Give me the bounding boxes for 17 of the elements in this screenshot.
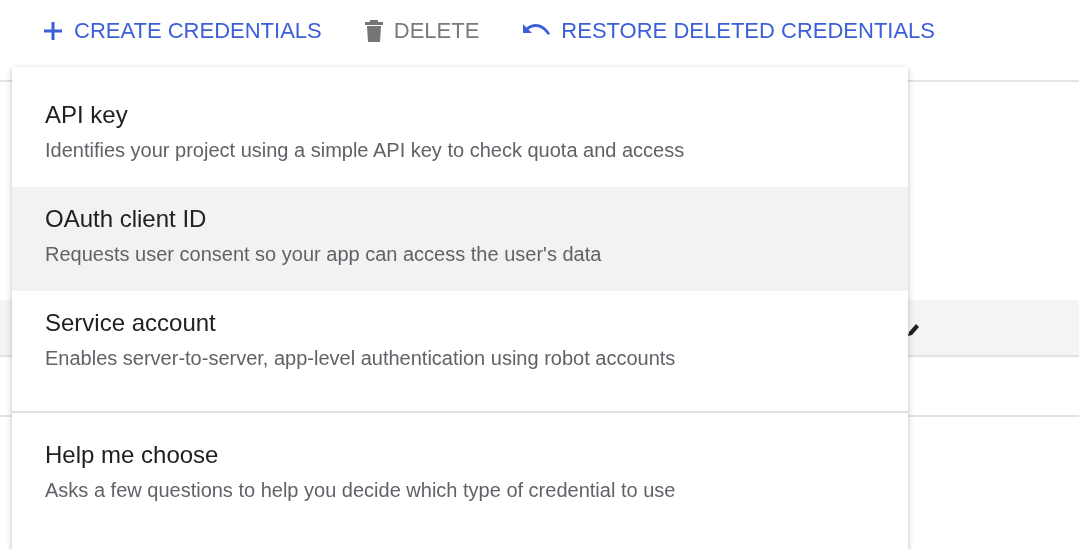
item-description: Asks a few questions to help you decide which type of credential to use xyxy=(45,478,677,503)
item-description: Identifies your project using a simple API key to check quota and access xyxy=(45,138,686,163)
item-title: Help me choose xyxy=(45,440,220,470)
menu-item[interactable]: Help me choose Asks a few questions to help you decide which type of credential to use xyxy=(12,423,908,527)
item-title: OAuth client ID xyxy=(45,204,208,234)
plus-icon xyxy=(42,20,64,42)
trash-icon xyxy=(363,19,384,43)
restore-button[interactable]: RESTORE DELETED CREDENTIALS xyxy=(517,12,940,50)
pencil-icon[interactable] xyxy=(906,322,920,338)
item-title: Service account xyxy=(45,308,217,338)
menu-item[interactable]: OAuth client ID Requests user consent so your app can access the user's data xyxy=(12,187,908,291)
item-description: Requests user consent so your app can access the user's data xyxy=(45,242,603,267)
item-title: API key xyxy=(45,100,129,130)
create-button[interactable]: CREATE CREDENTIALS xyxy=(38,12,326,50)
item-description: Enables server-to-server, app-level authentication using robot accounts xyxy=(45,346,677,371)
menu-item[interactable]: API key Identifies your project using a simple API key to check quota and access xyxy=(12,83,908,187)
menu-item[interactable]: Service account Enables server-to-server, app-level authentication using robot accounts xyxy=(12,291,908,395)
